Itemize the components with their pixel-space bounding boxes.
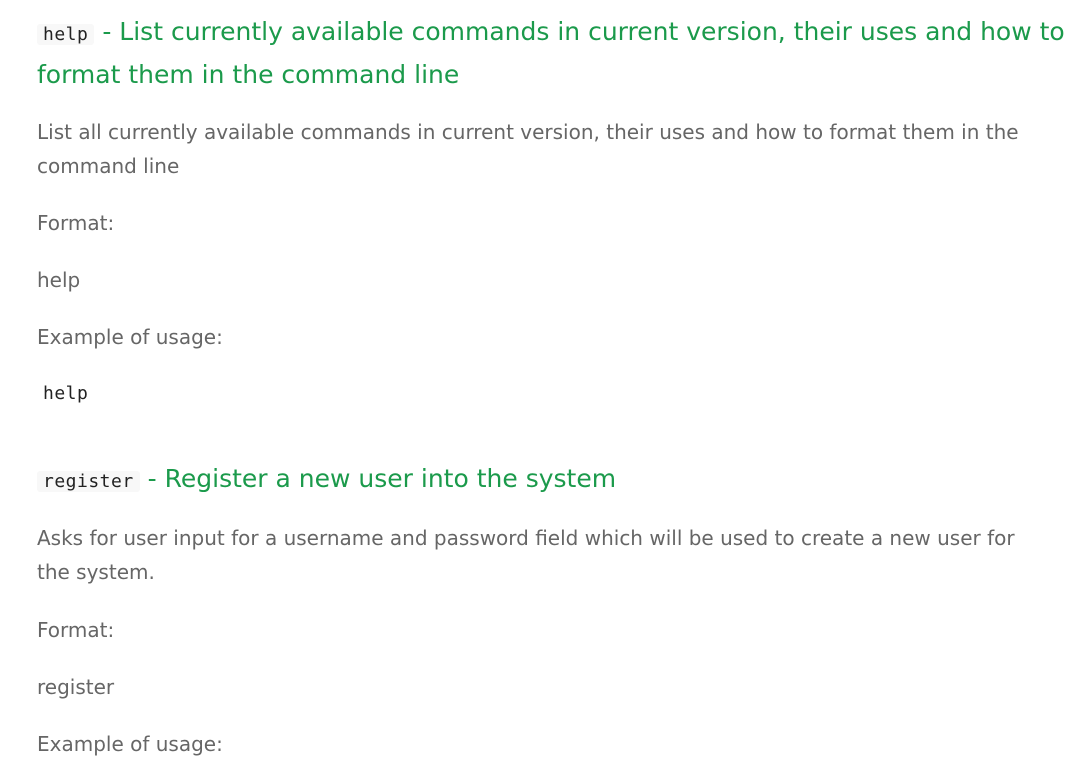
register-command-heading: register - Register a new user into the … — [37, 459, 1067, 502]
register-example-label: Example of usage: — [37, 732, 223, 756]
register-format-label: Format: — [37, 618, 115, 642]
register-description: Asks for user input for a username and p… — [37, 526, 1015, 584]
register-format-value: register — [37, 675, 115, 699]
heading-separator: - — [147, 464, 157, 493]
help-example-label: Example of usage: — [37, 325, 223, 349]
help-command-title: List currently available commands in cur… — [37, 17, 1065, 89]
help-format-label: Format: — [37, 211, 115, 235]
help-description: List all currently available commands in… — [37, 120, 1019, 178]
help-command-heading: help - List currently available commands… — [37, 12, 1067, 95]
help-example-code: help — [43, 383, 89, 404]
help-command-code: help — [37, 24, 95, 45]
help-format-value: help — [37, 268, 81, 292]
register-command-code: register — [37, 471, 140, 492]
heading-separator: - — [102, 17, 112, 46]
register-command-title: Register a new user into the system — [164, 464, 617, 493]
